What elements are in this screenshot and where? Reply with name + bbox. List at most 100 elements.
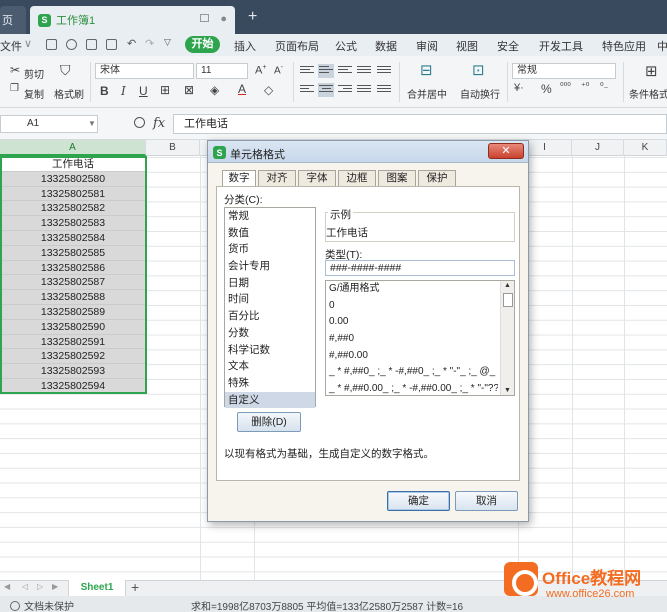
- list-item[interactable]: _ * #,##0_ ;_ * -#,##0_ ;_ * "-"_ ;_ @_: [326, 364, 498, 381]
- table-cell[interactable]: 13325802591: [0, 334, 146, 350]
- chevron-down-icon[interactable]: ∨: [24, 37, 32, 50]
- category-list[interactable]: 常规 数值 货币 会计专用 日期 时间 百分比 分数 科学记数 文本 特殊 自定…: [224, 207, 316, 409]
- wrap-text-icon[interactable]: ⊡: [472, 61, 485, 79]
- table-cell[interactable]: 13325802589: [0, 304, 146, 320]
- close-button[interactable]: ✕: [488, 143, 524, 159]
- redo-icon[interactable]: ↷: [145, 37, 154, 50]
- tab-close-icon[interactable]: ●: [220, 13, 227, 25]
- number-format-select[interactable]: 常规: [512, 63, 616, 79]
- save-icon[interactable]: [46, 39, 57, 50]
- preview-icon[interactable]: [106, 39, 117, 50]
- menu-data[interactable]: 数据: [375, 38, 397, 54]
- font-color-button[interactable]: A: [238, 82, 246, 96]
- list-item[interactable]: #,##0.00: [326, 348, 498, 365]
- add-sheet-button[interactable]: +: [131, 579, 139, 595]
- table-cell[interactable]: 13325802594: [0, 378, 146, 394]
- menu-special[interactable]: 特色应用: [602, 38, 646, 54]
- underline-button[interactable]: U: [139, 84, 148, 98]
- table-cell[interactable]: 13325802586: [0, 260, 146, 276]
- sheet-next-icon[interactable]: ▷: [37, 582, 43, 591]
- wrap-text-button[interactable]: 自动换行: [460, 86, 500, 101]
- format-painter-button[interactable]: 格式刷: [54, 86, 84, 101]
- tab-home[interactable]: 页: [0, 6, 26, 34]
- font-shrink-icon[interactable]: A-: [274, 64, 283, 76]
- decimal-increase-icon[interactable]: ⁺⁰: [581, 81, 589, 92]
- list-item[interactable]: 数值: [225, 225, 315, 242]
- table-cell[interactable]: 13325802581: [0, 186, 146, 202]
- chevron-down-icon[interactable]: ▼: [88, 119, 96, 128]
- scroll-down-icon[interactable]: ▼: [504, 387, 511, 394]
- menu-formula[interactable]: 公式: [335, 38, 357, 54]
- list-item[interactable]: #,##0: [326, 331, 498, 348]
- sheet-last-icon[interactable]: ▶: [52, 582, 58, 591]
- type-list[interactable]: G/通用格式 0 0.00 #,##0 #,##0.00 _ * #,##0_ …: [325, 280, 515, 396]
- indent-increase-icon[interactable]: [376, 64, 392, 78]
- align-left-icon[interactable]: [299, 83, 315, 97]
- percent-button[interactable]: %: [541, 82, 552, 96]
- sheet-prev-icon[interactable]: ◁: [22, 582, 28, 591]
- align-right-icon[interactable]: [337, 83, 353, 97]
- distribute-icon[interactable]: [376, 83, 392, 97]
- font-grow-icon[interactable]: A+: [255, 64, 266, 77]
- ok-button[interactable]: 确定: [387, 491, 450, 511]
- new-tab-icon[interactable]: +: [248, 8, 257, 26]
- table-cell[interactable]: 13325802593: [0, 364, 146, 379]
- conditional-format-icon[interactable]: ⊞: [645, 62, 658, 80]
- export-icon[interactable]: [66, 39, 77, 50]
- cut-button[interactable]: 剪切: [24, 66, 44, 81]
- type-list-scrollbar[interactable]: ▲ ▼: [500, 281, 514, 395]
- list-item[interactable]: 日期: [225, 275, 315, 292]
- menu-more[interactable]: 中: [657, 38, 667, 54]
- merge-center-button[interactable]: 合并居中: [407, 86, 447, 101]
- align-top-icon[interactable]: [299, 64, 315, 78]
- table-cell[interactable]: 13325802592: [0, 349, 146, 365]
- align-bottom-icon[interactable]: [337, 64, 353, 78]
- delete-button[interactable]: 删除(D): [237, 412, 301, 432]
- conditional-format-button[interactable]: 条件格式: [629, 86, 667, 101]
- scissors-icon[interactable]: ✂: [10, 63, 20, 77]
- insert-function-button[interactable]: fx: [153, 116, 165, 131]
- customize-icon[interactable]: ▽: [164, 37, 171, 48]
- table-cell[interactable]: 13325802582: [0, 201, 146, 217]
- list-item[interactable]: 常规: [225, 208, 315, 225]
- list-item[interactable]: 0.00: [326, 314, 498, 331]
- list-item-selected[interactable]: 自定义: [225, 391, 315, 409]
- tab-font[interactable]: 字体: [298, 170, 336, 186]
- column-header-j[interactable]: J: [572, 140, 624, 156]
- decimal-decrease-icon[interactable]: ⁰₋: [600, 81, 608, 92]
- cancel-button[interactable]: 取消: [455, 491, 518, 511]
- sheet-tab-sheet1[interactable]: Sheet1: [68, 580, 126, 597]
- list-item[interactable]: 0: [326, 298, 498, 315]
- list-item[interactable]: 特殊: [225, 375, 315, 392]
- print-icon[interactable]: [86, 39, 97, 50]
- align-middle-icon[interactable]: [318, 64, 334, 78]
- tab-pattern[interactable]: 图案: [378, 170, 416, 186]
- table-cell[interactable]: 13325802588: [0, 290, 146, 305]
- table-cell[interactable]: 13325802583: [0, 216, 146, 231]
- bold-button[interactable]: B: [100, 84, 109, 98]
- border-icon[interactable]: ⊞: [160, 83, 170, 97]
- column-header-a[interactable]: A: [0, 140, 146, 156]
- table-cell[interactable]: 13325802585: [0, 245, 146, 261]
- menu-view[interactable]: 视图: [456, 38, 478, 54]
- formula-input[interactable]: 工作电话: [173, 114, 667, 134]
- tab-number[interactable]: 数字: [222, 170, 256, 187]
- clear-format-icon[interactable]: ◇: [264, 83, 273, 97]
- font-size-select[interactable]: 11: [196, 63, 248, 79]
- copy-icon[interactable]: ❐: [10, 83, 19, 94]
- list-item[interactable]: G/通用格式: [326, 281, 498, 298]
- table-cell[interactable]: 13325802584: [0, 230, 146, 246]
- menu-start[interactable]: 开始: [185, 36, 220, 53]
- thousands-icon[interactable]: ⁰⁰⁰: [560, 81, 571, 92]
- type-input[interactable]: ###-####-####: [325, 260, 515, 276]
- search-icon[interactable]: [134, 117, 145, 128]
- dialog-title-bar[interactable]: S 单元格格式 ✕: [208, 141, 528, 163]
- column-header-k[interactable]: K: [624, 140, 667, 156]
- menu-security[interactable]: 安全: [497, 38, 519, 54]
- list-item[interactable]: 文本: [225, 358, 315, 375]
- list-item[interactable]: _ * #,##0.00_ ;_ * -#,##0.00_ ;_ * "-"??…: [326, 381, 498, 395]
- window-restore-icon[interactable]: [200, 14, 209, 22]
- italic-button[interactable]: I: [121, 84, 126, 98]
- font-effect-icon[interactable]: ⊠: [184, 83, 194, 97]
- document-protection[interactable]: 文档未保护: [10, 598, 74, 612]
